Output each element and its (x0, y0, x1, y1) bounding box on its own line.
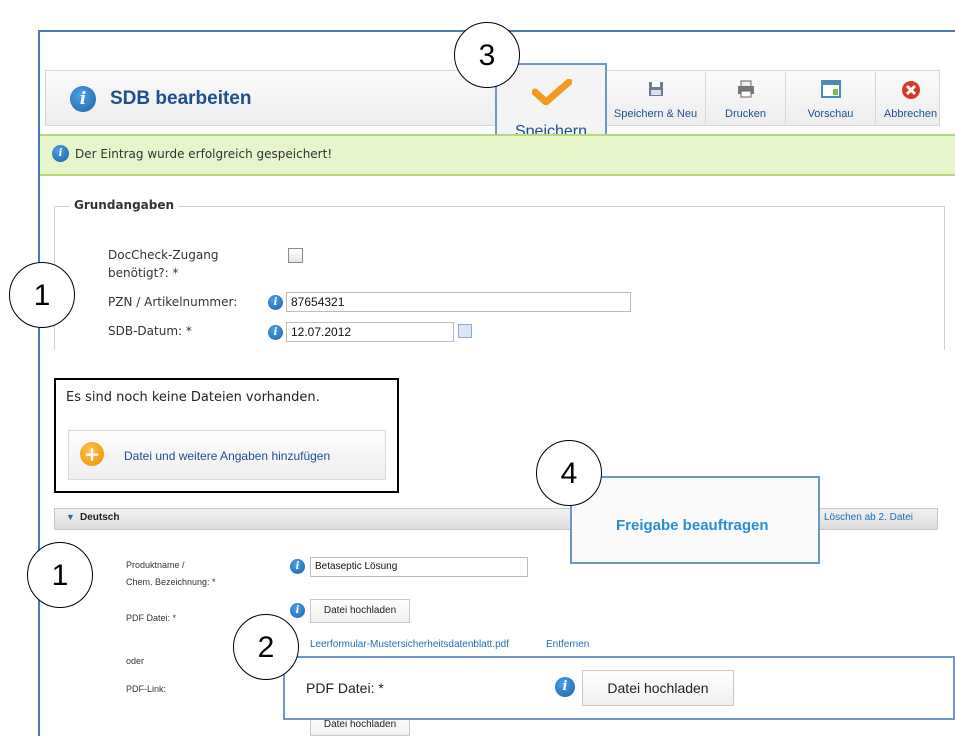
calendar-icon[interactable] (458, 324, 472, 338)
zoom-pdf-label: PDF Datei: * (306, 680, 384, 696)
doccheck-label: DocCheck-Zugang (108, 248, 219, 262)
pdf-file-label: PDF Datei: * (126, 613, 177, 623)
info-icon[interactable]: i (555, 677, 575, 697)
info-icon: i (52, 145, 69, 162)
info-icon[interactable]: i (290, 559, 305, 574)
info-icon[interactable]: i (268, 295, 283, 310)
pzn-input[interactable]: 87654321 (286, 292, 631, 312)
preview-icon (820, 80, 841, 98)
callout-1: 1 (9, 262, 75, 328)
language-name: Deutsch (80, 512, 120, 523)
checkmark-icon (532, 79, 572, 105)
cancel-button[interactable]: Abbrechen (875, 72, 945, 124)
callout-2: 2 (233, 614, 299, 680)
fieldset-border-top (54, 206, 944, 207)
preview-button[interactable]: Vorschau (785, 72, 875, 124)
product-label-cont: Chem. Bezeichnung: * (126, 577, 216, 587)
fieldset-border-right (944, 206, 945, 350)
callout-4: 4 (536, 440, 602, 506)
printer-icon (737, 80, 754, 98)
uploaded-file-link[interactable]: Leerformular-Mustersicherheitsdatenblatt… (310, 639, 509, 650)
info-icon[interactable]: i (290, 603, 305, 618)
save-new-icon (648, 82, 663, 96)
info-icon: i (70, 86, 96, 112)
or-label: oder (126, 656, 145, 666)
fieldset-legend: Grundangaben (70, 198, 179, 212)
success-message: Der Eintrag wurde erfolgreich gespeicher… (75, 147, 333, 161)
info-icon[interactable]: i (268, 325, 283, 340)
delete-link[interactable]: Löschen ab 2. Datei (824, 512, 913, 523)
remove-file-link[interactable]: Entfernen (546, 639, 589, 650)
add-file-label: Datei und weitere Angaben hinzufügen (124, 449, 331, 463)
page-title: SDB bearbeiten (110, 88, 252, 109)
callout-3: 3 (454, 22, 520, 88)
sdb-date-input[interactable]: 12.07.2012 (286, 322, 454, 342)
close-icon (901, 81, 920, 99)
save-new-button[interactable]: Speichern & Neu (605, 72, 705, 124)
product-label: Produktname / (126, 560, 185, 570)
chevron-down-icon[interactable]: ▼ (66, 512, 75, 522)
doccheck-label-cont: benötigt?: * (108, 266, 179, 280)
plus-icon: + (80, 442, 104, 466)
pzn-label: PZN / Artikelnummer: (108, 295, 238, 309)
callout-1: 1 (27, 542, 93, 608)
print-button[interactable]: Drucken (705, 72, 785, 124)
upload-file-button[interactable]: Datei hochladen (310, 599, 410, 623)
pdf-link-label: PDF-Link: (126, 684, 167, 694)
no-files-text: Es sind noch keine Dateien vorhanden. (66, 390, 320, 405)
zoom-upload-button[interactable]: Datei hochladen (582, 670, 734, 706)
doccheck-checkbox[interactable] (288, 248, 303, 263)
sdb-date-label: SDB-Datum: * (108, 324, 192, 338)
release-request-button[interactable]: Freigabe beauftragen (616, 517, 769, 534)
product-name-input[interactable]: Betaseptic Lösung (310, 557, 528, 577)
